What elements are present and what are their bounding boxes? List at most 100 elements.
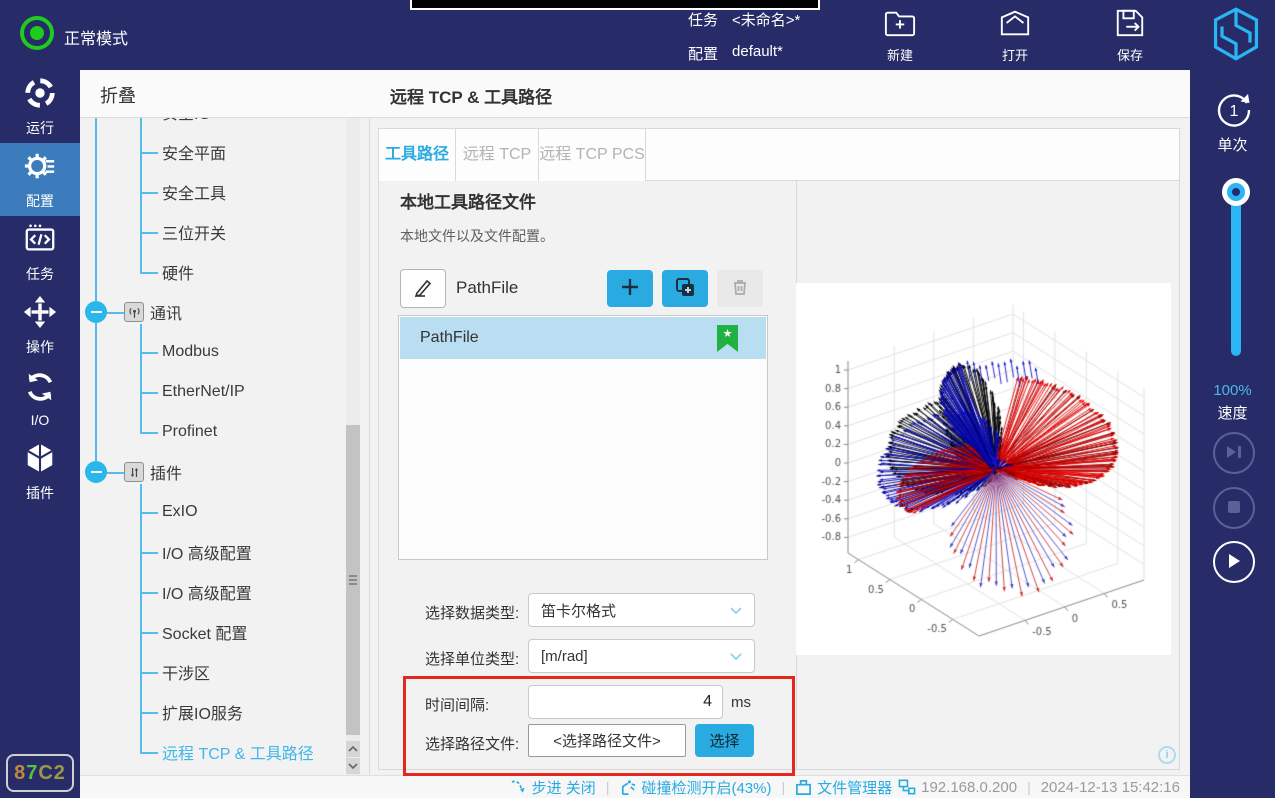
tree-connector [140, 324, 142, 432]
tab-remote-tcp[interactable]: 远程 TCP [456, 129, 539, 181]
open-button[interactable]: 打开 [985, 8, 1045, 66]
config-value: default* [732, 43, 783, 64]
tree-item[interactable]: 安全平面 [162, 140, 226, 164]
collision-detection-status[interactable]: 碰撞检测开启(43%) [619, 777, 771, 798]
interval-input[interactable] [528, 685, 723, 719]
new-button[interactable]: 新建 [870, 8, 930, 66]
tree-connector [140, 552, 158, 554]
sidebar-item-label: I/O [31, 412, 50, 428]
app-logo [1210, 6, 1262, 67]
tree-item[interactable]: 硬件 [162, 260, 194, 284]
scrollbar-thumb[interactable] [346, 425, 360, 735]
scrollbar-up-button[interactable] [346, 741, 360, 757]
status-bar: 步进 关闭|碰撞检测开启(43%)|文件管理器192.168.0.200|202… [80, 775, 1190, 798]
plugin-icon [23, 441, 57, 480]
tree-connector [140, 672, 158, 674]
speed-slider-track[interactable] [1231, 198, 1241, 356]
save-button[interactable]: 保存 [1100, 8, 1160, 66]
tree-connector [140, 752, 158, 754]
tree-item[interactable]: I/O 高级配置 [162, 540, 252, 564]
tree-item-label: 安全平面 [162, 140, 226, 164]
path-file-label: 选择路径文件: [425, 733, 519, 754]
collision-icon [619, 779, 636, 796]
device-code-badge: 87C2 [6, 754, 74, 792]
status-label: 2024-12-13 15:42:16 [1041, 779, 1180, 796]
action-label: 新建 [887, 45, 913, 64]
tree-item[interactable]: Socket 配置 [162, 620, 247, 644]
step-mode-status[interactable]: 步进 关闭 [510, 777, 596, 798]
run-icon [23, 76, 57, 115]
sidebar-item-run[interactable]: 运行 [0, 70, 80, 143]
ip-address: 192.168.0.200 [898, 779, 1017, 796]
tree-item-label: Modbus [162, 343, 219, 361]
sidebar-item-config[interactable]: 配置 [0, 143, 80, 216]
copy-file-button[interactable] [662, 270, 708, 307]
data-type-value: 笛卡尔格式 [541, 600, 616, 621]
app-root: 正常模式 任务 <未命名>* 配置 default* 新建打开保存 运行配置任务… [0, 0, 1275, 798]
data-type-select[interactable]: 笛卡尔格式 [528, 593, 755, 627]
tree-item[interactable]: 远程 TCP & 工具路径 [162, 740, 314, 764]
tree-connector [140, 232, 158, 234]
tree-item-label: Socket 配置 [162, 620, 247, 644]
path-file-picker-button[interactable]: <选择路径文件> [528, 724, 686, 757]
file-list-item-label: PathFile [420, 329, 479, 347]
tree-item[interactable]: 三位开关 [162, 220, 226, 244]
tab-tool-path[interactable]: 工具路径 [379, 129, 456, 181]
tree-item[interactable]: EtherNet/IP [162, 380, 245, 404]
operate-icon [23, 295, 57, 334]
add-file-button[interactable] [607, 270, 653, 307]
skip-button[interactable] [1213, 432, 1255, 474]
device-code-char: 8 [14, 762, 26, 785]
tab-bar: 工具路径 远程 TCP 远程 TCP PCS [379, 129, 1179, 181]
select-button[interactable]: 选择 [695, 724, 754, 757]
play-icon [1226, 552, 1242, 573]
delete-file-button[interactable] [717, 270, 763, 307]
cycle-count-text: 1 [1230, 103, 1239, 120]
tree-item[interactable]: 插件 [150, 460, 182, 484]
sliders-icon [124, 462, 144, 482]
sidebar-item-io[interactable]: I/O [0, 362, 80, 435]
tree-item[interactable]: 干涉区 [162, 660, 210, 684]
sidebar-item-label: 配置 [26, 191, 54, 211]
tree-item[interactable]: 通讯 [150, 300, 182, 324]
current-file-name: PathFile [456, 278, 518, 298]
status-label: 192.168.0.200 [921, 779, 1017, 796]
chevron-down-icon [730, 648, 742, 665]
task-icon [23, 222, 57, 261]
tree-item[interactable]: Modbus [162, 340, 219, 364]
step-icon [510, 779, 527, 796]
tree-collapse-node[interactable] [85, 461, 107, 483]
info-icon[interactable]: i [1158, 746, 1176, 764]
tree-item[interactable]: Profinet [162, 420, 217, 444]
tree-item[interactable]: ExIO [162, 500, 198, 524]
cycle-once-icon[interactable]: 1 [1212, 88, 1256, 137]
sidebar-item-plugin[interactable]: 插件 [0, 435, 80, 508]
speed-slider-handle[interactable] [1222, 178, 1250, 206]
play-button[interactable] [1213, 541, 1255, 583]
sidebar-item-task[interactable]: 任务 [0, 216, 80, 289]
tree-collapse-header[interactable]: 折叠 [100, 82, 136, 108]
section-subheading: 本地文件以及文件配置。 [400, 226, 554, 246]
tree-item[interactable]: 扩展IO服务 [162, 700, 243, 724]
tree-item-label: 扩展IO服务 [162, 700, 243, 724]
tree-scrollbar[interactable] [346, 118, 360, 775]
scrollbar-down-button[interactable] [346, 758, 360, 774]
tree-item-label: I/O 高级配置 [162, 540, 252, 564]
data-type-label: 选择数据类型: [425, 602, 519, 623]
tab-remote-tcp-pcs[interactable]: 远程 TCP PCS [539, 129, 646, 181]
mode-indicator-icon[interactable] [20, 16, 54, 50]
file-list-item[interactable]: PathFile ★ [400, 317, 766, 359]
tree-item[interactable]: I/O 高级配置 [162, 580, 252, 604]
edit-name-button[interactable] [400, 269, 446, 308]
file-manager-button[interactable]: 文件管理器 [795, 777, 892, 798]
tree-connector [140, 712, 158, 714]
tree-collapse-node[interactable] [85, 301, 107, 323]
stop-button[interactable] [1213, 487, 1255, 529]
tree-item[interactable]: 安全IO [162, 118, 211, 124]
tree-connector [95, 118, 97, 472]
sidebar-item-operate[interactable]: 操作 [0, 289, 80, 362]
unit-type-select[interactable]: [m/rad] [528, 639, 755, 673]
action-label: 保存 [1117, 45, 1143, 64]
tree-item[interactable]: 安全工具 [162, 180, 226, 204]
plot-area [796, 283, 1170, 655]
